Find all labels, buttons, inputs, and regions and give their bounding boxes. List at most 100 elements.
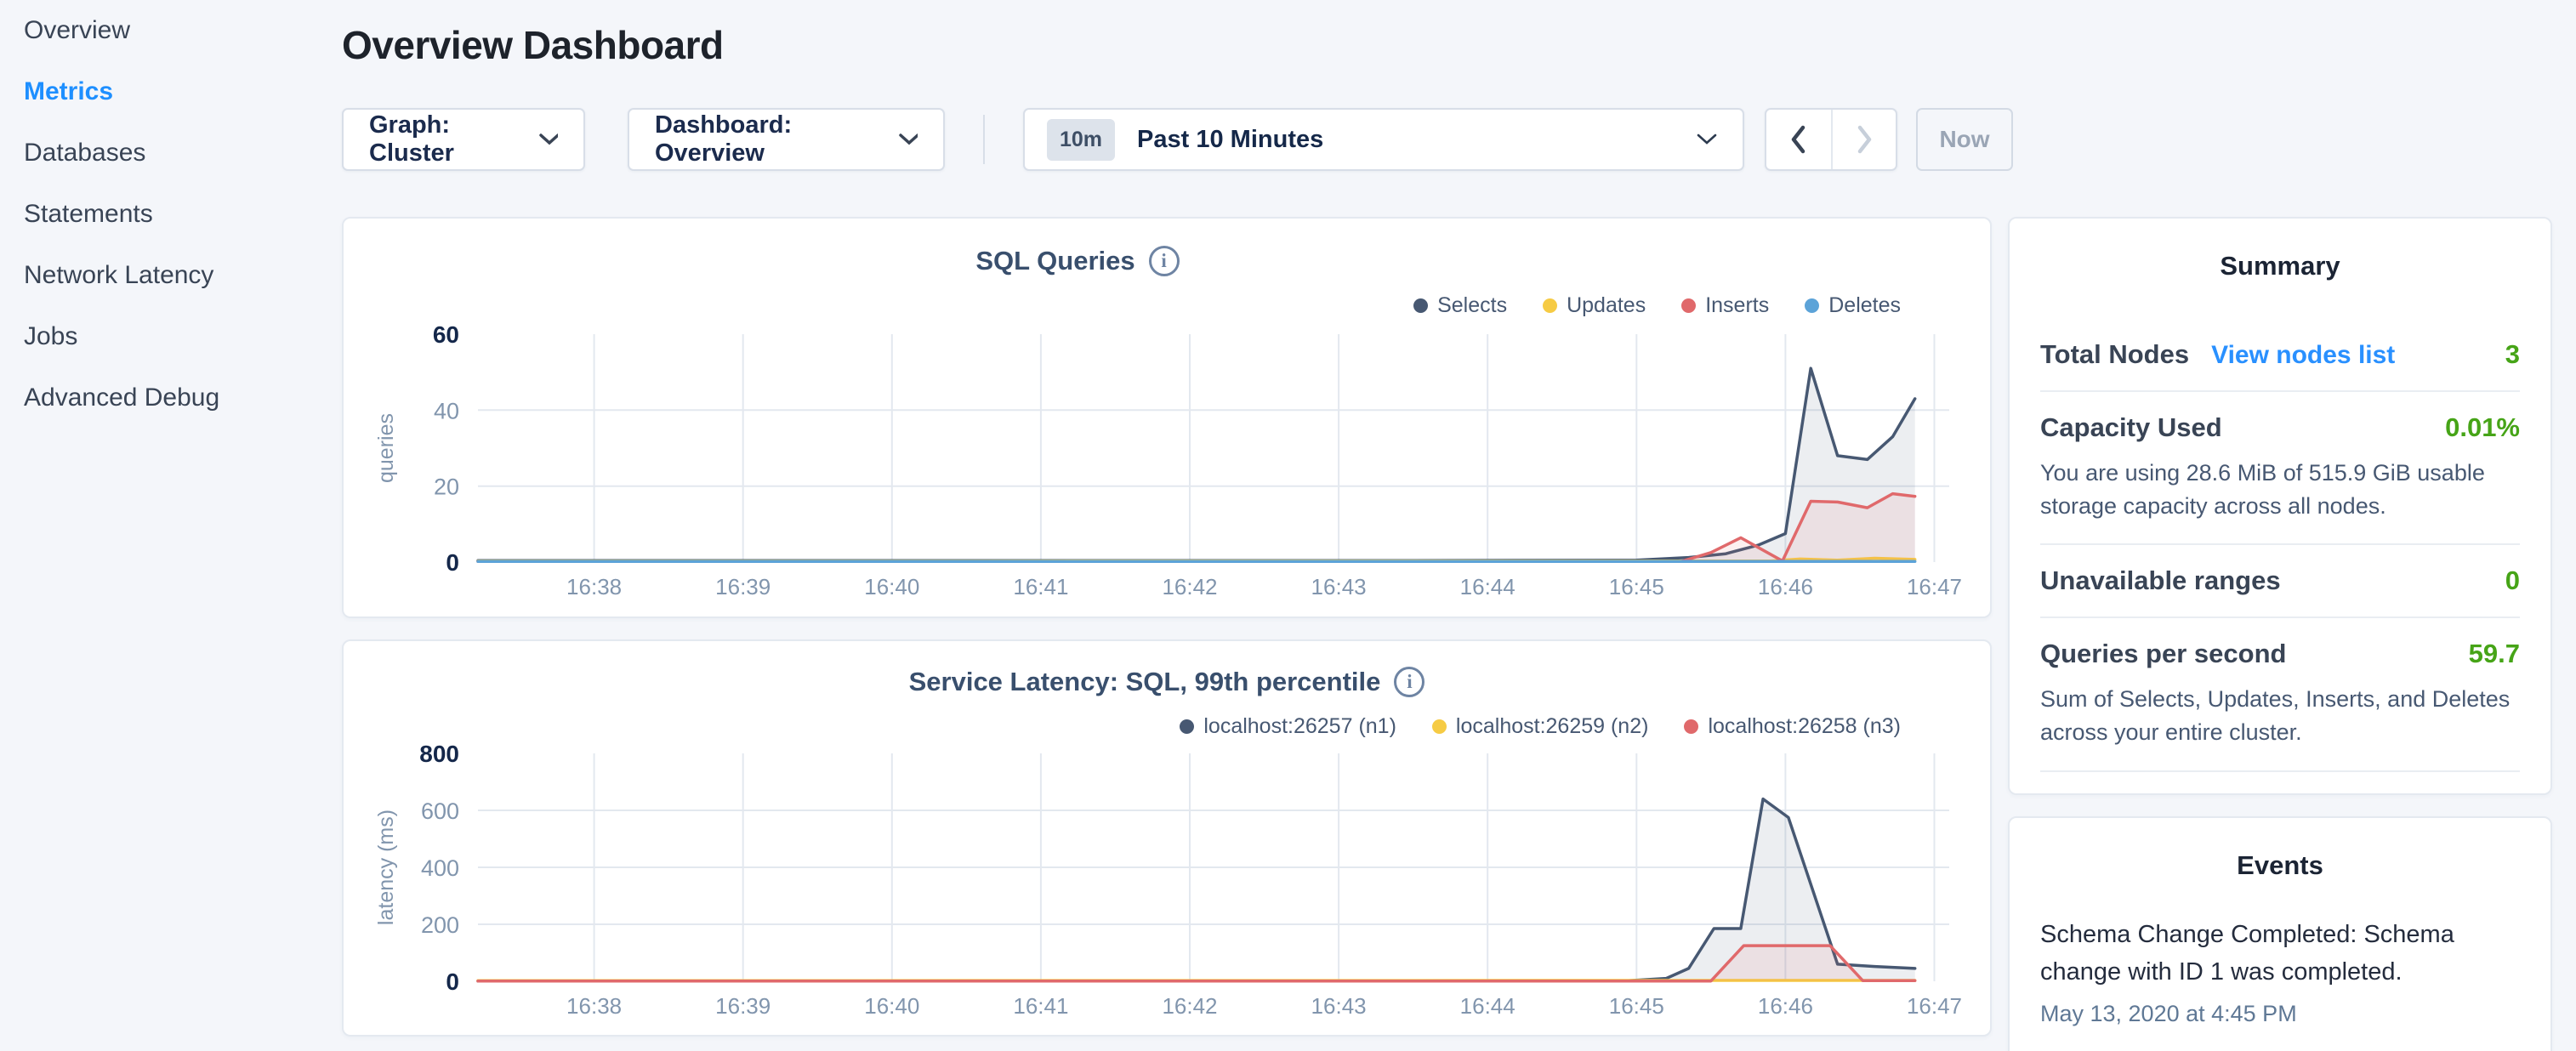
svg-text:600: 600 [421,798,459,824]
summary-title: Summary [2010,251,2550,281]
event-item: Schema Change Completed: Schema change w… [2010,917,2550,1027]
legend-dot-icon [1413,298,1428,313]
legend-label: Updates [1567,293,1646,318]
svg-text:16:46: 16:46 [1758,574,1813,599]
summary-row: Total Nodes View nodes list 3 [2040,319,2520,390]
chart-title: SQL Queries [975,246,1134,276]
summary-row: Queries per second 59.7 Sum of Selects, Up… [2040,618,2520,770]
summary-row-label: Unavailable ranges [2040,565,2281,596]
legend-item: localhost:26257 (n1) [1180,714,1396,739]
svg-text:16:44: 16:44 [1460,993,1515,1019]
time-step-buttons [1765,108,1897,171]
time-window-selector[interactable]: 10m Past 10 Minutes [1023,108,1744,171]
legend-label: localhost:26257 (n1) [1203,714,1396,739]
events-panel: Events Schema Change Completed: Schema c… [2008,816,2552,1051]
svg-text:400: 400 [421,855,459,881]
svg-text:16:38: 16:38 [566,574,622,599]
summary-row: Unavailable ranges 0 [2040,545,2520,616]
next-time-button[interactable] [1831,110,1896,169]
svg-text:16:46: 16:46 [1758,993,1813,1019]
summary-row-value: 46.1 ms [2423,793,2520,795]
summary-row-label: Total Nodes [2040,339,2189,370]
svg-text:0: 0 [446,549,459,576]
legend-label: Deletes [1828,293,1901,318]
legend-label: localhost:26259 (n2) [1456,714,1649,739]
legend-dot-icon [1805,298,1819,313]
svg-text:queries: queries [374,413,398,483]
legend-dot-icon [1684,719,1698,734]
legend-dot-icon [1543,298,1557,313]
dashboard-dropdown-label: Dashboard: Overview [655,111,883,168]
view-nodes-list-link[interactable]: View nodes list [2211,341,2395,370]
sidebar-item-metrics[interactable]: Metrics [24,61,342,122]
summary-row-label: Queries per second [2040,639,2286,669]
sidebar-item-statements[interactable]: Statements [24,184,342,245]
dashboard-dropdown[interactable]: Dashboard: Overview [628,108,945,171]
summary-row-description: You are using 28.6 MiB of 515.9 GiB usab… [2040,457,2516,523]
svg-text:16:39: 16:39 [715,993,771,1019]
summary-row: Capacity Used0.01%You are using 28.6 MiB… [2040,392,2520,543]
chart-title: Service Latency: SQL, 99th percentile [909,667,1381,697]
legend-item: Inserts [1681,293,1769,318]
service-latency-chart-card: 16:3816:3916:4016:4116:4216:4316:4416:45… [342,639,1992,1037]
time-window-label: Past 10 Minutes [1137,126,1323,154]
svg-text:16:47: 16:47 [1907,574,1962,599]
chevron-down-icon [898,133,918,146]
summary-rows: Total Nodes View nodes list 3 Capacity Used… [2010,281,2550,795]
chart-title-row: Service Latency: SQL, 99th percentile i [344,667,1990,697]
sidebar-item-jobs[interactable]: Jobs [24,306,342,367]
svg-text:16:42: 16:42 [1162,574,1217,599]
svg-text:20: 20 [434,474,459,500]
legend-label: Inserts [1705,293,1769,318]
controls-divider [983,115,985,164]
graph-dropdown-label: Graph: Cluster [369,111,523,168]
svg-text:16:43: 16:43 [1311,574,1367,599]
event-timestamp: May 13, 2020 at 4:45 PM [2040,1001,2520,1027]
svg-text:200: 200 [421,912,459,938]
legend-item: Deletes [1805,293,1901,318]
sidebar-item-overview[interactable]: Overview [24,0,342,61]
now-button[interactable]: Now [1916,108,2013,171]
summary-row-value: 59.7 [2469,639,2520,669]
summary-row: P99 latency 46.1 ms [2040,772,2520,795]
svg-text:16:38: 16:38 [566,993,622,1019]
summary-row-label: P99 latency [2040,793,2186,795]
svg-text:16:42: 16:42 [1162,993,1217,1019]
chevron-down-icon [538,133,558,146]
summary-row-description: Sum of Selects, Updates, Inserts, and De… [2040,683,2516,749]
svg-text:latency (ms): latency (ms) [374,810,398,925]
chart-title-row: SQL Queries i [254,246,1901,276]
service-latency-chart-plot[interactable]: 16:3816:3916:4016:4116:4216:4316:4416:45… [344,641,1990,1035]
graph-dropdown[interactable]: Graph: Cluster [342,108,585,171]
summary-row-value: 0 [2505,565,2520,596]
svg-text:60: 60 [433,321,459,348]
svg-text:16:47: 16:47 [1907,993,1962,1019]
info-icon[interactable]: i [1149,246,1180,276]
events-list: Schema Change Completed: Schema change w… [2010,917,2550,1027]
charts-column: 16:3816:3916:4016:4116:4216:4316:4416:45… [342,217,1992,1037]
summary-panel: Summary Total Nodes View nodes list 3 Capac… [2008,217,2552,795]
sql-queries-chart-plot[interactable]: 16:3816:3916:4016:4116:4216:4316:4416:45… [344,219,1990,616]
chevron-left-icon [1788,124,1809,155]
legend-item: Updates [1543,293,1646,318]
events-title: Events [2010,850,2550,881]
previous-time-button[interactable] [1766,110,1831,169]
legend-item: localhost:26258 (n3) [1684,714,1901,739]
svg-text:800: 800 [419,741,459,767]
svg-text:16:44: 16:44 [1460,574,1515,599]
sql-queries-chart-card: 16:3816:3916:4016:4116:4216:4316:4416:45… [342,217,1992,618]
sidebar-item-databases[interactable]: Databases [24,122,342,184]
page-title: Overview Dashboard [342,22,724,68]
svg-text:16:45: 16:45 [1609,574,1664,599]
sidebar-item-advanced-debug[interactable]: Advanced Debug [24,367,342,429]
time-window-badge: 10m [1047,119,1115,161]
summary-row-label: Capacity Used [2040,412,2222,443]
svg-text:16:41: 16:41 [1013,993,1068,1019]
svg-text:16:43: 16:43 [1311,993,1367,1019]
info-icon[interactable]: i [1394,667,1424,697]
chart-legend: SelectsUpdatesInsertsDeletes [1413,293,1901,318]
legend-item: localhost:26259 (n2) [1432,714,1649,739]
legend-dot-icon [1180,719,1194,734]
svg-text:16:41: 16:41 [1013,574,1068,599]
summary-row-value: 3 [2505,339,2520,370]
